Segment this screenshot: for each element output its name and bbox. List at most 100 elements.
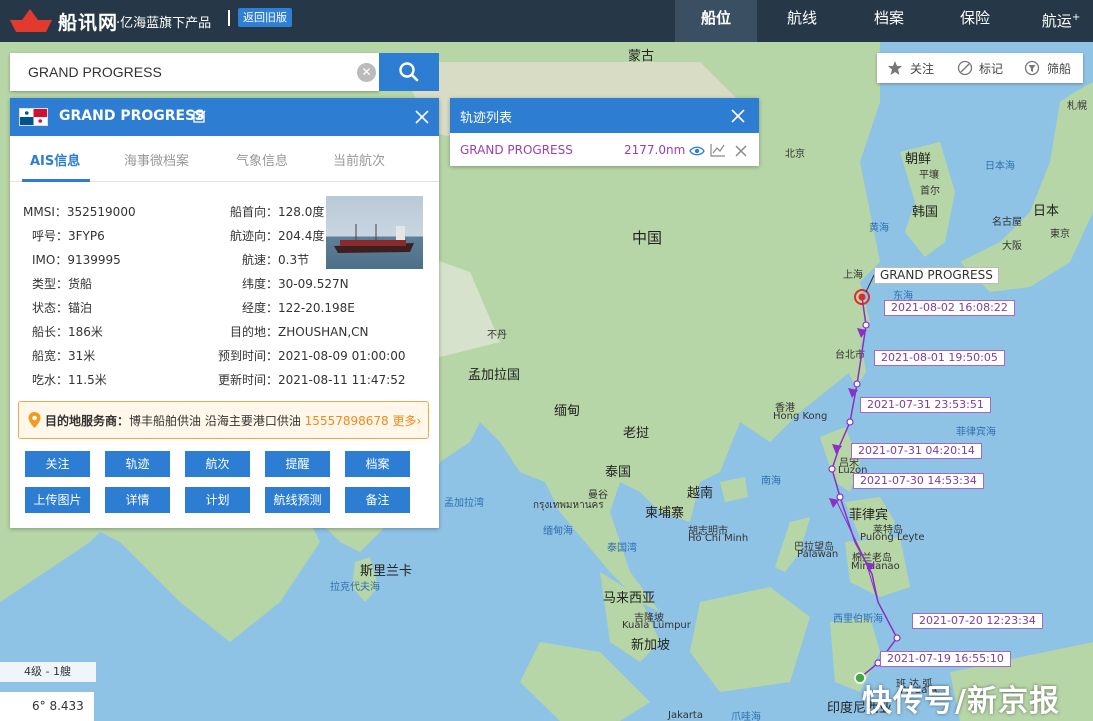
filter-icon[interactable] xyxy=(1024,60,1040,76)
tab-weather[interactable]: 气象信息 xyxy=(236,150,288,169)
track-distance: 2177.0nm xyxy=(624,143,686,157)
track-label[interactable]: 2021-07-20 12:23:34 xyxy=(912,613,1043,629)
service-text: 目的地服务商：博丰船舶供油 沿海主要港口供油 15557898678 更多› xyxy=(45,412,421,429)
info-label: 吃水： xyxy=(32,373,69,387)
nav-routes[interactable]: 航线 xyxy=(761,0,843,42)
clear-icon[interactable]: ✕ xyxy=(357,63,376,82)
info-value: 3FYP6 xyxy=(68,229,105,243)
info-label: 航迹向： xyxy=(230,229,279,243)
info-imo: IMO：9139995 xyxy=(32,251,121,268)
tool-filter-ships[interactable]: 筛船 xyxy=(1047,60,1071,77)
destination-service-bar[interactable]: 目的地服务商：博丰船舶供油 沿海主要港口供油 15557898678 更多› xyxy=(18,401,429,439)
info-value: 352519000 xyxy=(66,205,136,219)
info-beam: 船宽：31米 xyxy=(32,347,95,364)
info-value: 锚泊 xyxy=(68,301,93,315)
brand-name[interactable]: 船讯网 xyxy=(58,8,118,35)
track-label[interactable]: 2021-07-19 16:55:10 xyxy=(880,651,1011,667)
info-draught: 吃水：11.5米 xyxy=(32,371,107,388)
info-value: 31米 xyxy=(68,349,96,363)
tag-icon[interactable] xyxy=(957,60,973,76)
eye-icon[interactable] xyxy=(689,145,705,157)
tab-maritime-archive[interactable]: 海事微档案 xyxy=(124,150,189,169)
star-icon[interactable] xyxy=(887,60,903,76)
service-label: 目的地服务商： xyxy=(45,414,130,428)
info-label: 呼号： xyxy=(32,229,69,243)
nav-insurance[interactable]: 保险 xyxy=(934,0,1016,42)
tab-ais-info[interactable]: AIS信息 xyxy=(30,150,80,169)
info-course: 航迹向：204.4度 xyxy=(230,227,324,244)
close-icon[interactable] xyxy=(414,109,430,125)
info-label: IMO： xyxy=(32,253,68,267)
info-value: 204.4度 xyxy=(278,229,325,243)
active-tab-indicator xyxy=(22,179,90,182)
reminder-button[interactable]: 提醒 xyxy=(265,451,330,477)
ship-name: GRAND PROGRESS xyxy=(59,108,205,124)
brand-subtitle: ·亿海蓝旗下产品 xyxy=(116,16,212,31)
search-input[interactable] xyxy=(10,53,340,91)
archive-button[interactable]: 档案 xyxy=(345,451,410,477)
track-button[interactable]: 轨迹 xyxy=(105,451,170,477)
edit-icon[interactable] xyxy=(193,110,206,123)
service-more-link[interactable]: 更多 xyxy=(392,414,416,428)
tab-current-voyage[interactable]: 当前航次 xyxy=(333,150,385,169)
info-value: 0.3节 xyxy=(278,253,310,267)
track-ship-name: GRAND PROGRESS xyxy=(460,143,573,157)
watermark: 快传号/新京报 xyxy=(862,684,1060,719)
ship-logo-icon[interactable] xyxy=(8,6,54,34)
plan-button[interactable]: 计划 xyxy=(185,487,250,513)
track-label[interactable]: 2021-07-30 14:53:34 xyxy=(853,473,984,489)
search-bar: ✕ xyxy=(10,53,379,91)
nav-shipping[interactable]: 航运+ xyxy=(1020,0,1093,42)
tool-mark[interactable]: 标记 xyxy=(979,60,1003,77)
info-label: 纬度： xyxy=(242,277,279,291)
upload-photo-button[interactable]: 上传图片 xyxy=(25,487,90,513)
info-update-time: 更新时间：2021-08-11 11:47:52 xyxy=(218,371,405,388)
info-destination: 目的地：ZHOUSHAN,CN xyxy=(230,323,368,340)
track-label[interactable]: 2021-08-02 16:08:22 xyxy=(884,300,1015,316)
notes-button[interactable]: 备注 xyxy=(345,487,410,513)
info-label: 船宽： xyxy=(32,349,69,363)
tool-follow[interactable]: 关注 xyxy=(910,60,934,77)
info-callsign: 呼号：3FYP6 xyxy=(32,227,105,244)
nav-ship-position[interactable]: 船位 xyxy=(675,0,757,42)
info-label: 航速： xyxy=(242,253,279,267)
track-label[interactable]: 2021-07-31 04:20:14 xyxy=(851,443,982,459)
ship-photo[interactable] xyxy=(326,196,423,269)
brand-separator xyxy=(228,10,230,26)
info-value: 128.0度 xyxy=(278,205,325,219)
delete-icon[interactable] xyxy=(734,144,748,158)
info-label: 类型： xyxy=(32,277,69,291)
close-icon[interactable] xyxy=(730,108,746,124)
nav-shipping-label: 航运 xyxy=(1041,12,1072,30)
follow-button[interactable]: 关注 xyxy=(25,451,90,477)
chart-icon[interactable] xyxy=(710,143,726,157)
track-label[interactable]: 2021-07-31 23:53:51 xyxy=(860,397,991,413)
top-navigation-bar: 船讯网 ·亿海蓝旗下产品 返回旧版 船位 航线 档案 保险 航运+ xyxy=(0,0,1093,42)
ship-map-label[interactable]: GRAND PROGRESS xyxy=(874,267,999,284)
service-provider[interactable]: 博丰船舶供油 沿海主要港口供油 xyxy=(129,414,301,428)
track-list-row[interactable]: GRAND PROGRESS xyxy=(460,143,573,157)
info-label: 经度： xyxy=(242,301,279,315)
nav-archive[interactable]: 档案 xyxy=(848,0,930,42)
details-button[interactable]: 详情 xyxy=(105,487,170,513)
old-version-button[interactable]: 返回旧版 xyxy=(238,8,292,27)
info-value: 2021-08-11 11:47:52 xyxy=(278,373,406,387)
info-label: 船首向： xyxy=(230,205,279,219)
route-forecast-button[interactable]: 航线预测 xyxy=(265,487,330,513)
info-value: 2021-08-09 01:00:00 xyxy=(278,349,406,363)
track-label[interactable]: 2021-08-01 19:50:05 xyxy=(874,350,1005,366)
info-mmsi: MMSI：352519000 xyxy=(23,203,136,220)
info-label: 船长： xyxy=(32,325,69,339)
location-pin-icon xyxy=(28,412,41,428)
service-phone[interactable]: 15557898678 xyxy=(305,414,389,428)
search-icon xyxy=(399,62,419,82)
voyage-button[interactable]: 航次 xyxy=(185,451,250,477)
info-speed: 航速：0.3节 xyxy=(242,251,309,268)
info-value: 11.5米 xyxy=(68,373,107,387)
info-value: 9139995 xyxy=(67,253,121,267)
info-label: 预到时间： xyxy=(218,349,279,363)
ship-tabs: AIS信息 海事微档案 气象信息 当前航次 xyxy=(10,136,439,182)
search-button[interactable] xyxy=(379,53,439,91)
track-list-header: 轨迹列表 xyxy=(450,98,759,133)
zoom-level-info: 4级 - 1艘 xyxy=(0,662,96,682)
